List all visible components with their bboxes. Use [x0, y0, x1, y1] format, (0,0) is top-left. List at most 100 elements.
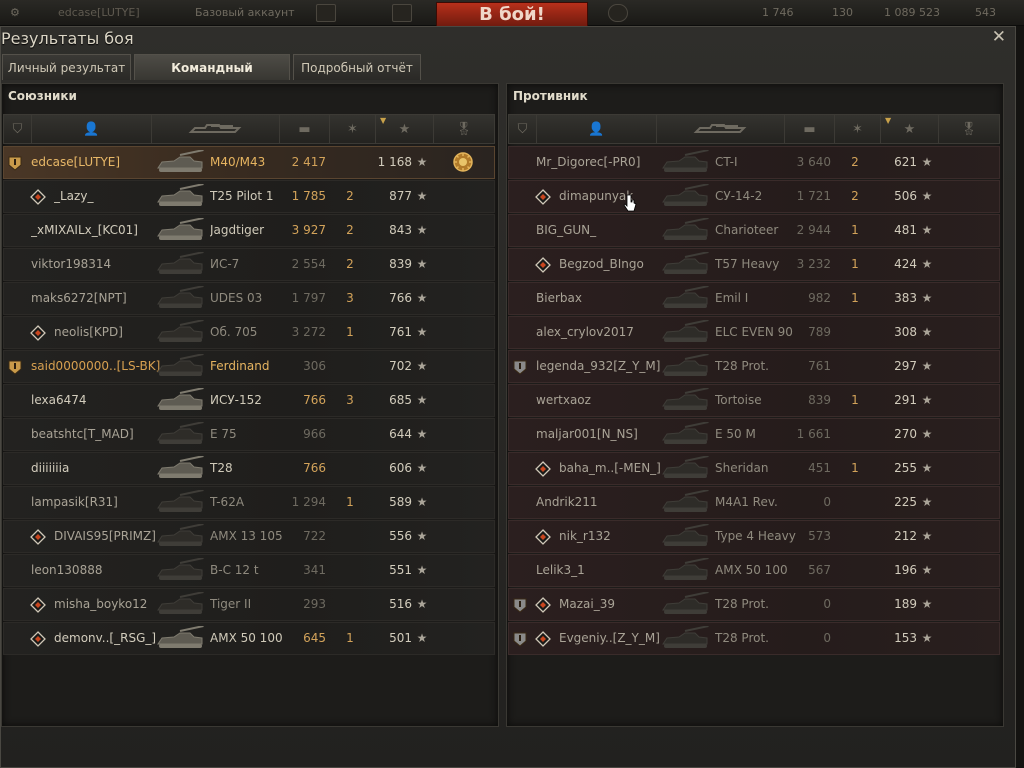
- tank-column-header[interactable]: [657, 115, 785, 143]
- frags-column-header[interactable]: ✶: [330, 115, 376, 143]
- table-row[interactable]: Bierbax Emil I 982 1 383 ★: [508, 282, 1000, 315]
- player-name[interactable]: alex_crylov2017: [536, 317, 666, 348]
- star-icon: ★: [921, 223, 933, 237]
- player-name[interactable]: DIVAIS95[PRIMZ]: [54, 521, 164, 552]
- table-row[interactable]: Mr_Digorec[-PR0] CT-I 3 640 2 621 ★: [508, 146, 1000, 179]
- damage-value: 293: [303, 597, 326, 611]
- player-name[interactable]: neolis[KPD]: [54, 317, 164, 348]
- player-name[interactable]: edcase[LUTYE]: [31, 147, 161, 178]
- table-row[interactable]: maljar001[N_NS] E 50 M 1 661 270 ★: [508, 418, 1000, 451]
- player-name[interactable]: BIG_GUN_: [536, 215, 666, 246]
- player-name[interactable]: misha_boyko12: [54, 589, 164, 620]
- player-name[interactable]: Bierbax: [536, 283, 666, 314]
- table-row[interactable]: Andrik211 M4A1 Rev. 0 225 ★: [508, 486, 1000, 519]
- table-row[interactable]: demonv..[_RSG_] AMX 50 100 645 1 501 ★: [3, 622, 495, 655]
- table-row[interactable]: said0000000..[LS-BK] Ferdinand 306 702 ★: [3, 350, 495, 383]
- table-row[interactable]: nik_r132 Type 4 Heavy 573 212 ★: [508, 520, 1000, 553]
- player-column-header[interactable]: 👤: [32, 115, 152, 143]
- squad-column-header[interactable]: ⛉: [4, 115, 32, 143]
- player-name[interactable]: legenda_932[Z_Y_M]: [536, 351, 666, 382]
- table-row[interactable]: diiiiiiia T28 766 606 ★: [3, 452, 495, 485]
- tank-name: ИСУ-152: [210, 393, 262, 407]
- player-name[interactable]: dimapunyak: [559, 181, 669, 212]
- table-row[interactable]: dimapunyak СУ-14-2 1 721 2 506 ★: [508, 180, 1000, 213]
- tab-personal-result[interactable]: Личный результат: [2, 54, 131, 80]
- player-name[interactable]: Evgeniy..[Z_Y_M]: [559, 623, 669, 654]
- player-name[interactable]: nik_r132: [559, 521, 669, 552]
- table-row[interactable]: DIVAIS95[PRIMZ] AMX 13 105 722 556 ★: [3, 520, 495, 553]
- tab-detailed-report[interactable]: Подробный отчёт: [293, 54, 421, 80]
- table-row[interactable]: alex_crylov2017 ELC EVEN 90 789 308 ★: [508, 316, 1000, 349]
- player-name[interactable]: lampasik[R31]: [31, 487, 161, 518]
- medal-icon[interactable]: [451, 150, 475, 174]
- frags-value: [340, 453, 360, 484]
- player-name[interactable]: beatshtc[T_MAD]: [31, 419, 161, 450]
- medals-column-header[interactable]: 🎖: [434, 115, 494, 143]
- table-row[interactable]: legenda_932[Z_Y_M] T28 Prot. 761 297 ★: [508, 350, 1000, 383]
- table-row[interactable]: edcase[LUTYE] M40/M43 2 417 1 168 ★: [3, 146, 495, 179]
- table-row[interactable]: _xMIXAILx_[KC01] Jagdtiger 3 927 2 843 ★: [3, 214, 495, 247]
- tank-name: AMX 13 105: [210, 529, 283, 543]
- xp-column-header[interactable]: ▼ ★: [881, 115, 939, 143]
- damage-value: 2 554: [291, 257, 326, 271]
- table-row[interactable]: leon130888 B-C 12 t 341 551 ★: [3, 554, 495, 587]
- tank-column-header[interactable]: [152, 115, 280, 143]
- table-row[interactable]: misha_boyko12 Tiger II 293 516 ★: [3, 588, 495, 621]
- frags-value: 1: [346, 631, 354, 645]
- player-name[interactable]: maljar001[N_NS]: [536, 419, 666, 450]
- table-row[interactable]: Evgeniy..[Z_Y_M] T28 Prot. 0 153 ★: [508, 622, 1000, 655]
- medals-column-header[interactable]: 🎖: [939, 115, 999, 143]
- table-row[interactable]: beatshtc[T_MAD] E 75 966 644 ★: [3, 418, 495, 451]
- table-row[interactable]: BIG_GUN_ Charioteer 2 944 1 481 ★: [508, 214, 1000, 247]
- player-name[interactable]: Mazai_39: [559, 589, 669, 620]
- player-name[interactable]: _Lazy_: [54, 181, 164, 212]
- table-row[interactable]: Begzod_BIngo T57 Heavy 3 232 1 424 ★: [508, 248, 1000, 281]
- close-icon[interactable]: ✕: [992, 27, 1006, 47]
- platoon-icon: [30, 325, 46, 341]
- star-icon: ★: [903, 121, 916, 137]
- player-name[interactable]: wertxaoz: [536, 385, 666, 416]
- squad-column-header[interactable]: ⛉: [509, 115, 537, 143]
- table-row[interactable]: lampasik[R31] T-62A 1 294 1 589 ★: [3, 486, 495, 519]
- damage-column-header[interactable]: ▬: [785, 115, 835, 143]
- player-name[interactable]: Lelik3_1: [536, 555, 666, 586]
- table-row[interactable]: Mazai_39 T28 Prot. 0 189 ★: [508, 588, 1000, 621]
- player-name[interactable]: Andrik211: [536, 487, 666, 518]
- player-name[interactable]: said0000000..[LS-BK]: [31, 351, 161, 382]
- table-row[interactable]: neolis[KPD] Об. 705 3 272 1 761 ★: [3, 316, 495, 349]
- star-icon: ★: [416, 291, 428, 305]
- table-row[interactable]: baha_m..[-MEN_] Sheridan 451 1 255 ★: [508, 452, 1000, 485]
- table-row[interactable]: wertxaoz Tortoise 839 1 291 ★: [508, 384, 1000, 417]
- damage-column-header[interactable]: ▬: [280, 115, 330, 143]
- tank-name: B-C 12 t: [210, 563, 259, 577]
- player-column-header[interactable]: 👤: [537, 115, 657, 143]
- table-row[interactable]: maks6272[NPT] UDES 03 1 797 3 766 ★: [3, 282, 495, 315]
- player-name[interactable]: baha_m..[-MEN_]: [559, 453, 669, 484]
- player-name[interactable]: diiiiiiia: [31, 453, 161, 484]
- table-row[interactable]: viktor198314 ИС-7 2 554 2 839 ★: [3, 248, 495, 281]
- tab-team-result[interactable]: Командный результат: [134, 54, 290, 101]
- shop-icon[interactable]: [316, 4, 336, 22]
- player-name[interactable]: Mr_Digorec[-PR0]: [536, 147, 666, 178]
- depot-icon[interactable]: [392, 4, 412, 22]
- xp-column-header[interactable]: ▼ ★: [376, 115, 434, 143]
- settings-gear-icon[interactable]: ⚙: [10, 6, 20, 19]
- frags-column-header[interactable]: ✶: [835, 115, 881, 143]
- player-name[interactable]: lexa6474: [31, 385, 161, 416]
- player-name[interactable]: leon130888: [31, 555, 161, 586]
- table-row[interactable]: _Lazy_ T25 Pilot 1 1 785 2 877 ★: [3, 180, 495, 213]
- player-name[interactable]: demonv..[_RSG_]: [54, 623, 164, 654]
- battle-button[interactable]: В бой!: [436, 2, 588, 28]
- tank-name: T25 Pilot 1: [210, 189, 274, 203]
- player-name[interactable]: viktor198314: [31, 249, 161, 280]
- player-name[interactable]: maks6272[NPT]: [31, 283, 161, 314]
- player-name[interactable]: _xMIXAILx_[KC01]: [31, 215, 161, 246]
- tank-image-icon: [157, 252, 204, 274]
- player-name[interactable]: Begzod_BIngo: [559, 249, 669, 280]
- table-row[interactable]: lexa6474 ИСУ-152 766 3 685 ★: [3, 384, 495, 417]
- premium-badge-icon: [513, 360, 527, 375]
- premium-badge-icon: [8, 360, 22, 375]
- platoon-icon[interactable]: [608, 4, 628, 22]
- table-row[interactable]: Lelik3_1 AMX 50 100 567 196 ★: [508, 554, 1000, 587]
- battle-results-window: Результаты боя ✕ Личный результат Команд…: [0, 26, 1016, 768]
